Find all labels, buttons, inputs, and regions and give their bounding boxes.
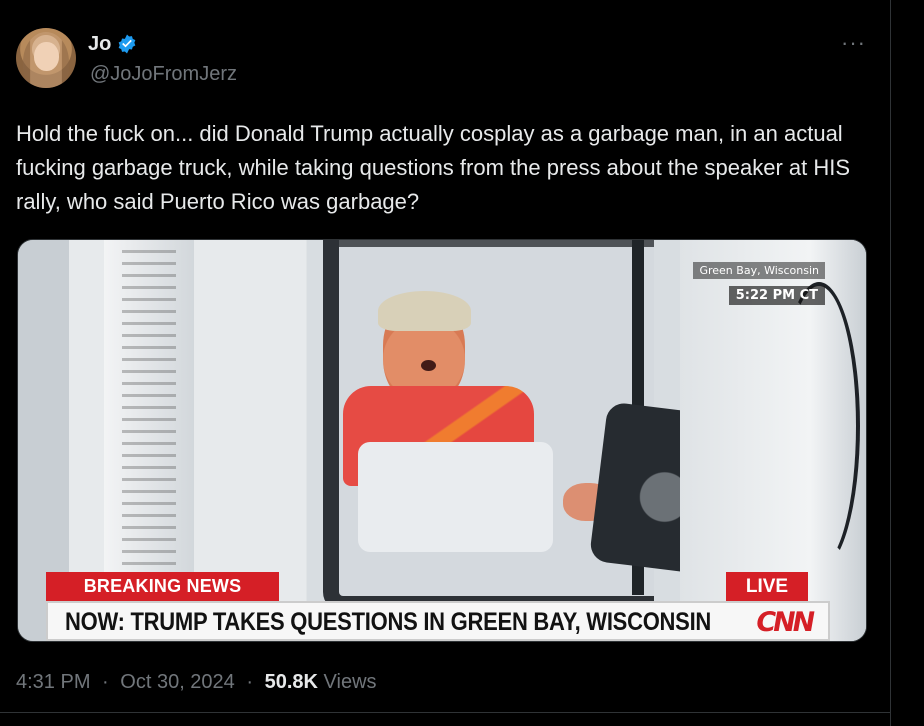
author-handle[interactable]: @JoJoFromJerz — [90, 63, 237, 86]
live-badge: LIVE — [726, 572, 808, 601]
truck-grille — [122, 250, 176, 565]
avatar[interactable] — [16, 28, 76, 88]
post-time[interactable]: 4:31 PM — [16, 671, 90, 693]
cab-curve — [778, 282, 860, 570]
embedded-video[interactable]: Green Bay, Wisconsin 5:22 PM CT BREAKING… — [17, 239, 867, 642]
more-options-icon[interactable]: ··· — [841, 30, 866, 56]
headline-bar: NOW: TRUMP TAKES QUESTIONS IN GREEN BAY,… — [46, 601, 830, 641]
post-date[interactable]: Oct 30, 2024 — [120, 671, 235, 693]
person-mouth — [421, 360, 436, 371]
right-divider — [890, 0, 891, 726]
author-display-name[interactable]: Jo — [88, 32, 111, 56]
author-name-row: Jo — [88, 32, 138, 56]
tweet-header: Jo @JoJoFromJerz ··· — [16, 28, 866, 92]
meta-separator: · — [246, 671, 254, 693]
breaking-news-badge: BREAKING NEWS — [46, 572, 279, 601]
tweet-metadata: 4:31 PM · Oct 30, 2024 · 50.8K Views — [16, 671, 377, 694]
cnn-logo: CNN — [753, 607, 815, 638]
meta-separator: · — [102, 671, 109, 693]
broadcast-location-overlay: Green Bay, Wisconsin 5:22 PM CT — [657, 262, 825, 308]
bottom-divider — [0, 712, 890, 713]
views-label: Views — [323, 671, 377, 693]
verified-badge-icon — [119, 34, 136, 54]
broadcast-time: 5:22 PM CT — [728, 286, 825, 305]
news-ticker: BREAKING NEWS LIVE NOW: TRUMP TAKES QUES… — [46, 572, 836, 641]
broadcast-location: Green Bay, Wisconsin — [693, 262, 825, 279]
views-count: 50.8K — [264, 671, 318, 693]
person-hair — [378, 291, 471, 331]
headline-text: NOW: TRUMP TAKES QUESTIONS IN GREEN BAY,… — [65, 608, 712, 636]
tweet-text: Hold the fuck on... did Donald Trump act… — [16, 121, 851, 214]
white-shirt — [358, 442, 553, 552]
